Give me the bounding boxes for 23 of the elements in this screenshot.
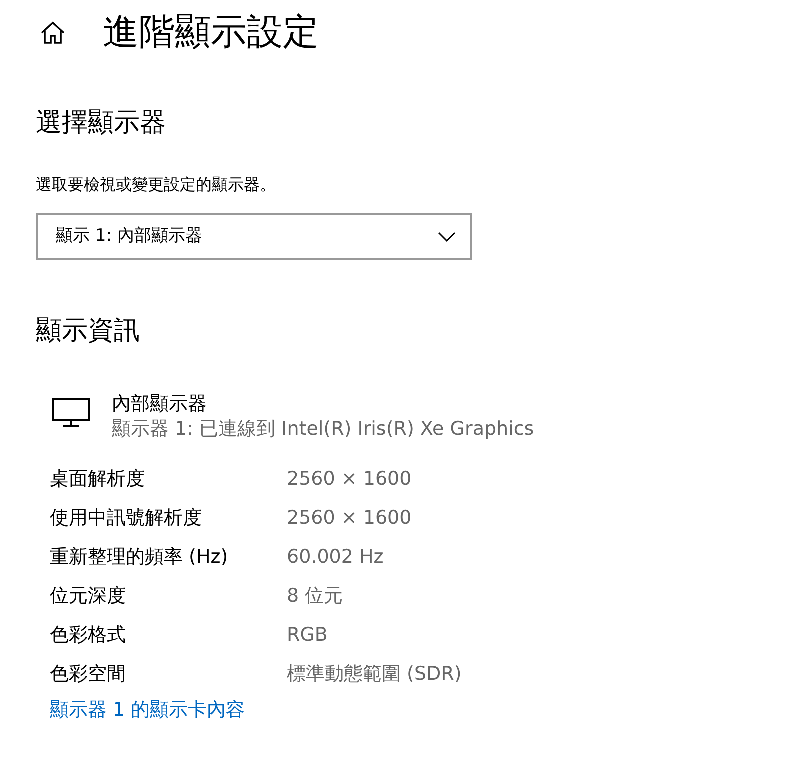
section-heading: 選擇顯示器	[36, 110, 167, 136]
description-text: 選取要檢視或變更設定的顯示器。	[36, 177, 277, 193]
display-dropdown[interactable]: 顯示 1: 內部顯示器	[36, 213, 472, 260]
info-label: 桌面解析度	[50, 467, 146, 492]
info-value: 標準動態範圍 (SDR)	[287, 662, 462, 688]
info-value: 8 位元	[287, 584, 344, 610]
info-value: 2560 × 1600	[287, 506, 412, 532]
info-value: 2560 × 1600	[287, 467, 412, 492]
monitor-icon	[52, 398, 90, 428]
adapter-properties-link[interactable]: 顯示器 1 的顯示卡內容	[50, 696, 800, 724]
info-value: RGB	[287, 623, 328, 648]
monitor-name: 內部顯示器	[112, 392, 208, 416]
home-icon	[40, 21, 66, 45]
chevron-down-icon	[438, 232, 456, 242]
info-label: 使用中訊號解析度	[50, 506, 203, 532]
monitor-subtitle: 顯示器 1: 已連線到 Intel(R) Iris(R) Xe Graphics	[112, 417, 534, 442]
info-label: 重新整理的頻率 (Hz)	[50, 545, 230, 570]
info-label: 色彩格式	[50, 623, 127, 648]
info-label: 位元深度	[50, 584, 127, 610]
page-title: 進階顯示設定	[103, 15, 319, 51]
section-heading: 顯示資訊	[36, 318, 141, 344]
info-value: 60.002 Hz	[287, 545, 384, 570]
info-label: 色彩空間	[50, 662, 127, 688]
